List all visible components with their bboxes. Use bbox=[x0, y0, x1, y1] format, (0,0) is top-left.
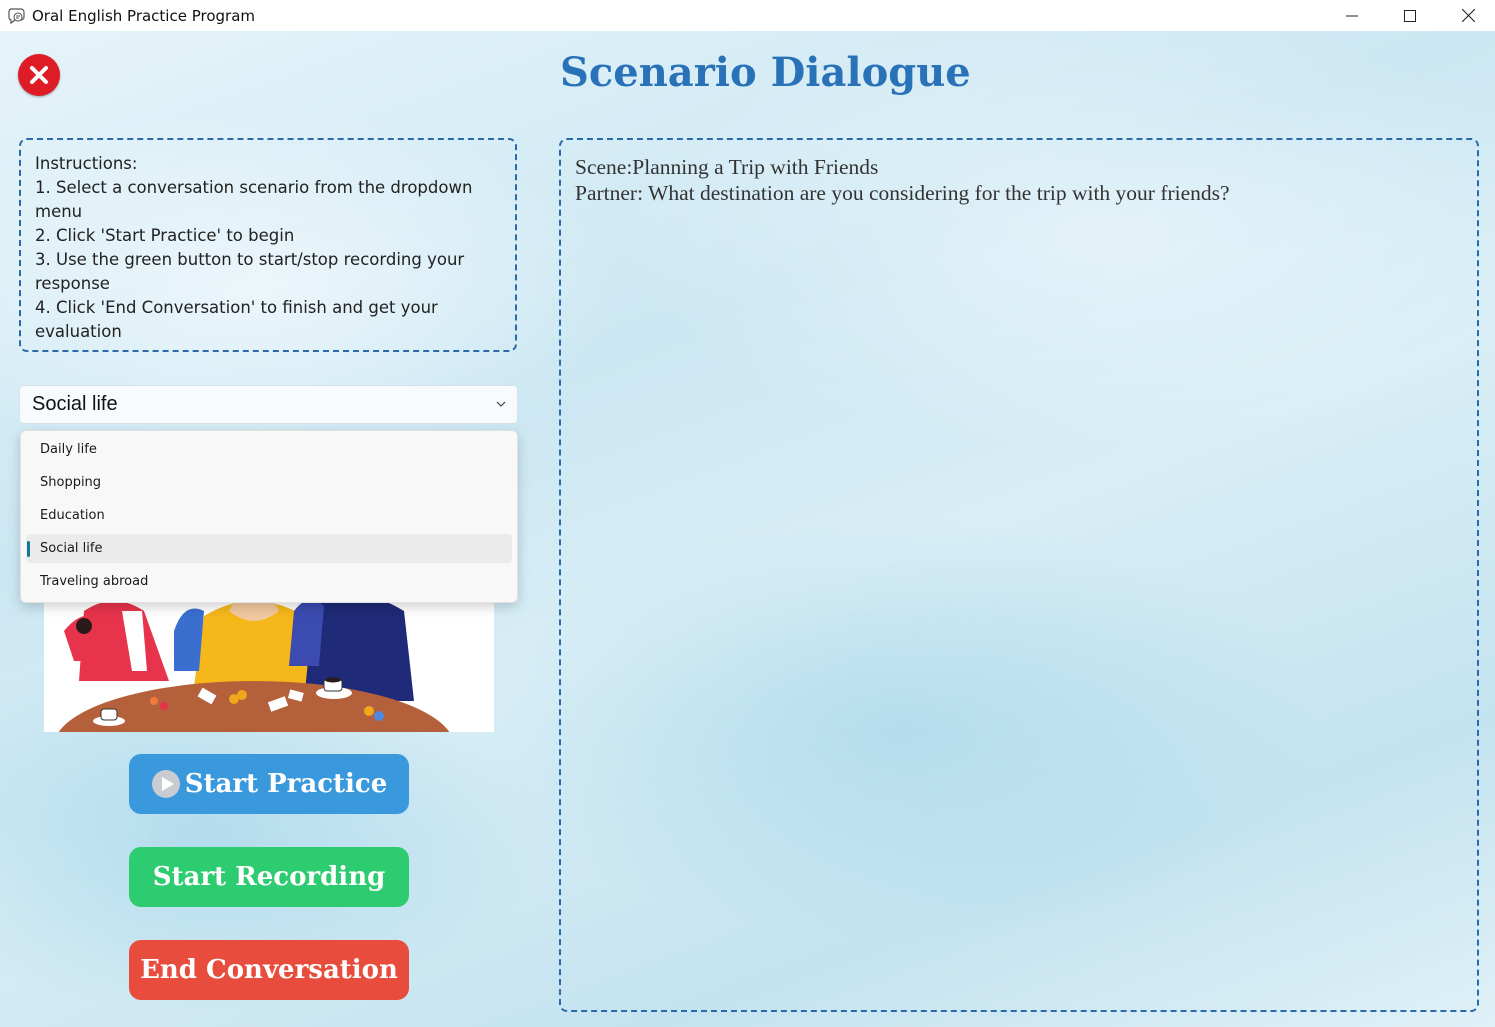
scenario-dropdown-menu: Daily life Shopping Education Social lif… bbox=[20, 430, 518, 603]
close-circle-icon bbox=[30, 66, 48, 84]
menu-item-label: Traveling abroad bbox=[40, 574, 149, 589]
scene-text: Scene:Planning a Trip with Friends bbox=[575, 155, 879, 179]
play-icon bbox=[151, 770, 180, 798]
window-title: Oral English Practice Program bbox=[32, 6, 256, 25]
menu-item-label: Daily life bbox=[40, 442, 97, 457]
page-title: Scenario Dialogue bbox=[560, 49, 971, 96]
maximize-button[interactable] bbox=[1381, 0, 1439, 31]
start-recording-button[interactable]: Start Recording bbox=[129, 847, 409, 907]
menu-item-label: Shopping bbox=[40, 475, 102, 490]
end-conversation-label: End Conversation bbox=[140, 955, 398, 985]
menu-item-label: Education bbox=[40, 508, 105, 523]
chevron-down-icon bbox=[496, 401, 506, 407]
scenario-select-value: Social life bbox=[32, 393, 118, 415]
chat-bubble-icon bbox=[8, 7, 25, 24]
partner-message: Partner: What destination are you consid… bbox=[575, 181, 1230, 205]
menu-item-shopping[interactable]: Shopping bbox=[26, 468, 512, 497]
instructions-heading: Instructions: bbox=[35, 154, 138, 173]
app-body: Scenario Dialogue Instructions: 1. Selec… bbox=[0, 31, 1495, 1027]
menu-item-education[interactable]: Education bbox=[26, 501, 512, 530]
menu-item-daily-life[interactable]: Daily life bbox=[26, 435, 512, 464]
scenario-select[interactable]: Social life bbox=[19, 385, 518, 424]
menu-item-label: Social life bbox=[40, 541, 103, 556]
title-bar: Oral English Practice Program bbox=[0, 0, 1495, 31]
instruction-step: 2. Click 'Start Practice' to begin bbox=[35, 226, 295, 245]
start-recording-label: Start Recording bbox=[152, 862, 386, 892]
end-conversation-button[interactable]: End Conversation bbox=[129, 940, 409, 1000]
menu-item-traveling-abroad[interactable]: Traveling abroad bbox=[26, 567, 512, 596]
minimize-button[interactable] bbox=[1323, 0, 1381, 31]
menu-item-social-life[interactable]: Social life bbox=[26, 534, 512, 563]
close-icon bbox=[1461, 9, 1475, 22]
window-close-button[interactable] bbox=[1439, 0, 1495, 31]
instructions-panel: Instructions: 1. Select a conversation s… bbox=[19, 138, 517, 352]
selection-indicator bbox=[27, 541, 30, 557]
instruction-step: 3. Use the green button to start/stop re… bbox=[35, 250, 465, 293]
instruction-step: 1. Select a conversation scenario from t… bbox=[35, 178, 473, 221]
minimize-icon bbox=[1346, 15, 1358, 16]
start-practice-button[interactable]: Start Practice bbox=[129, 754, 409, 814]
start-practice-label: Start Practice bbox=[184, 769, 388, 799]
instruction-step: 4. Click 'End Conversation' to finish an… bbox=[35, 298, 438, 341]
dialogue-panel: Scene:Planning a Trip with Friends Partn… bbox=[559, 138, 1479, 1012]
maximize-icon bbox=[1404, 9, 1416, 22]
exit-button[interactable] bbox=[18, 54, 60, 96]
